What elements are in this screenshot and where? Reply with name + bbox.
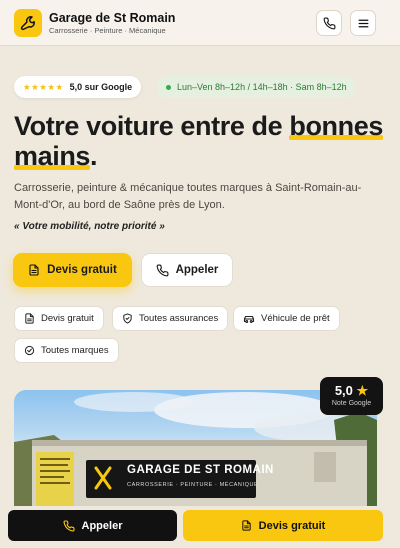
menu-icon (358, 19, 368, 27)
feature-label: Véhicule de prêt (261, 313, 330, 324)
phone-icon (323, 17, 335, 29)
call-button[interactable]: Appeler (141, 253, 233, 287)
hero-text: Votre voiture entre de (14, 111, 290, 141)
header-phone-button[interactable] (316, 10, 342, 36)
star-icon: ★ (356, 383, 369, 398)
open-status-dot-icon (166, 84, 171, 90)
sticky-call-button[interactable]: Appeler (8, 510, 177, 541)
wrench-logo-icon[interactable] (14, 8, 42, 37)
garage-sign-subtitle: CARROSSERIE · PEINTURE · MÉCANIQUE (127, 482, 259, 488)
feature-label: Devis gratuit (41, 313, 94, 324)
check-circle-icon (24, 345, 35, 356)
hero-highlight-mains: mains (14, 141, 91, 171)
sticky-call-label: Appeler (81, 519, 123, 532)
document-icon (29, 264, 39, 276)
quote-button-label: Devis gratuit (47, 264, 117, 276)
feature-chip-loan-car: Véhicule de prêt (233, 306, 340, 331)
feature-chip-all-brands: Toutes marques (14, 338, 119, 363)
sticky-quote-label: Devis gratuit (258, 519, 326, 532)
feature-label: Toutes assurances (139, 313, 219, 324)
hero-period: . (90, 141, 98, 171)
hero-heading: Votre voiture entre de bonnes mains. (14, 111, 386, 171)
hours-text: Lun–Ven 8h–12h / 14h–18h · Sam 8h–12h (177, 82, 347, 92)
phone-icon (63, 519, 75, 531)
site-header: Garage de St Romain Carrosserie · Peintu… (0, 0, 400, 46)
brand-name: Garage de St Romain (49, 10, 176, 25)
hero-subtitle: Carrosserie, peinture & mécanique toutes… (14, 182, 362, 211)
google-rating-pill: ★★★★★ 5,0 sur Google (14, 76, 142, 98)
header-menu-button[interactable] (350, 10, 376, 36)
rating-stars: ★★★★★ (23, 81, 64, 92)
shield-check-icon (123, 313, 132, 324)
feature-chip-quote: Devis gratuit (14, 306, 104, 331)
brand-tagline: Carrosserie · Peinture · Mécanique (49, 25, 166, 35)
rating-text: 5,0 sur Google (69, 82, 133, 92)
phone-icon (156, 264, 169, 276)
document-icon (242, 520, 251, 531)
hero-highlight-bonnes: bonnes (289, 111, 383, 141)
brand[interactable]: Garage de St Romain Carrosserie · Peintu… (49, 11, 175, 35)
call-button-label: Appeler (175, 264, 219, 276)
badge-score: 5,0 (334, 383, 353, 398)
google-rating-badge: 5,0 ★ Note Google (320, 377, 383, 415)
sticky-quote-button[interactable]: Devis gratuit (183, 510, 383, 541)
feature-chip-insurance: Toutes assurances (112, 306, 229, 331)
badge-caption: Note Google (331, 400, 372, 407)
car-icon (243, 315, 255, 323)
quote-button[interactable]: Devis gratuit (13, 253, 132, 287)
document-icon (25, 313, 34, 324)
garage-sign-title: GARAGE DE ST ROMAIN (127, 464, 274, 476)
opening-hours-pill: Lun–Ven 8h–12h / 14h–18h · Sam 8h–12h (157, 76, 356, 98)
badge-value: 5,0 ★ (320, 383, 383, 399)
feature-label: Toutes marques (41, 345, 109, 356)
motto: « Votre mobilité, notre priorité » (14, 221, 165, 232)
